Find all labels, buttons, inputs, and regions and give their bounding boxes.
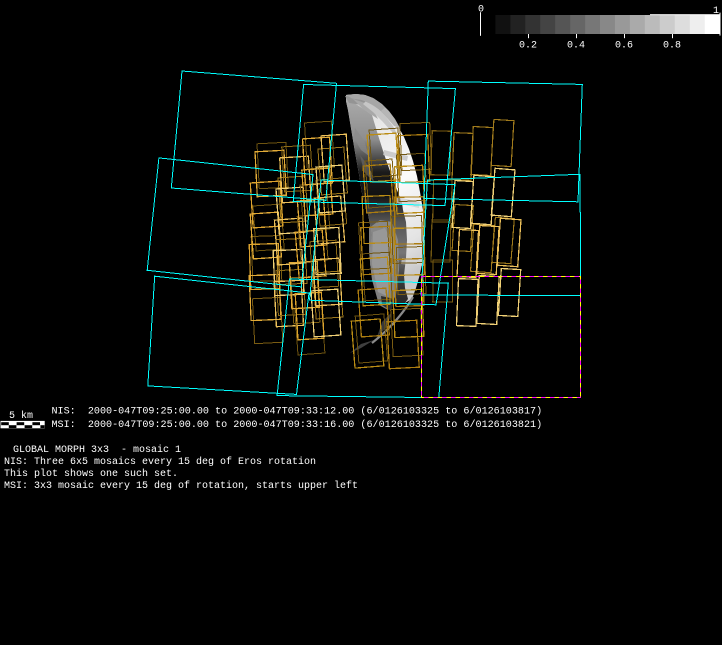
svg-text:GLOBAL MORPH 3x3 - mosaic 1: GLOBAL MORPH 3x3 - mosaic 1: [7, 444, 181, 456]
svg-text:1: 1: [713, 6, 719, 17]
svg-text:0.2: 0.2: [519, 41, 537, 52]
svg-text:NIS: Three 6x5 mosaics every 1: NIS: Three 6x5 mosaics every 15 deg of E…: [4, 456, 316, 468]
svg-text:This plot shows one such set.: This plot shows one such set.: [4, 468, 178, 480]
svg-text:NIS: 2000-047T09:25:00.00 to: NIS: 2000-047T09:25:00.00 to 2000-047T09…: [52, 406, 543, 418]
svg-text:0.8: 0.8: [663, 41, 681, 52]
svg-text:5 km: 5 km: [9, 410, 33, 422]
svg-text:MSI: 2000-047T09:25:00.00 to: MSI: 2000-047T09:25:00.00 to 2000-047T09…: [52, 419, 543, 431]
svg-text:0.6: 0.6: [615, 41, 633, 52]
svg-text:0: 0: [478, 5, 484, 16]
svg-text:0.4: 0.4: [567, 41, 585, 52]
svg-text:MSI: 3x3 mosaic every 15 deg o: MSI: 3x3 mosaic every 15 deg of rotation…: [4, 480, 358, 492]
